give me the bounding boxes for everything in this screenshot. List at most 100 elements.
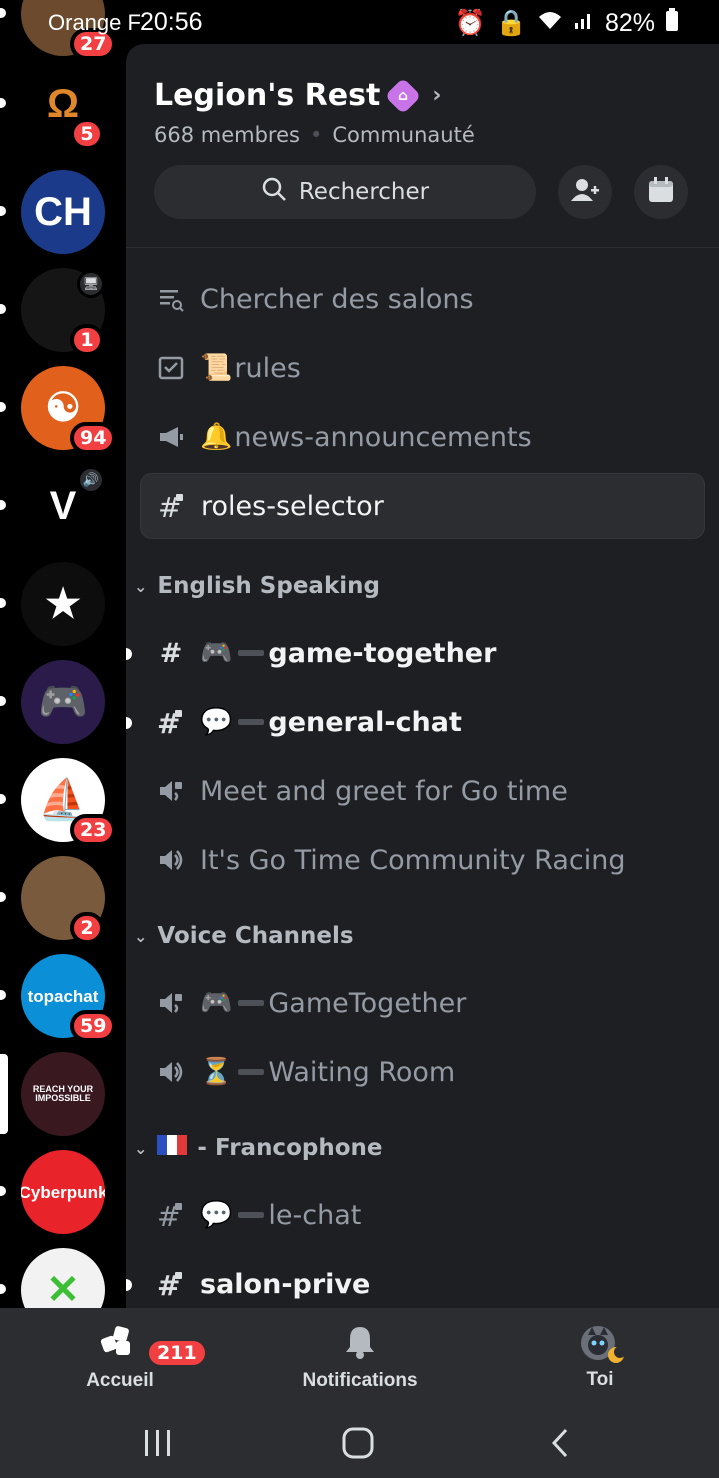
header-divider [126,247,719,248]
search-button[interactable]: Rechercher [154,165,536,219]
channel-label: rules [234,352,301,384]
server-item[interactable]: 2 [0,856,126,944]
carrier-label: Orange F [48,10,141,35]
unread-indicator [126,717,132,729]
rules-checkbox-icon [156,353,186,383]
bottom-nav: Accueil 211 Notifications Toi [0,1308,719,1408]
server-icon: REACH YOUR IMPOSSIBLE [21,1052,105,1136]
tab-home[interactable]: Accueil 211 [20,1308,220,1408]
server-item[interactable]: 🎮 [0,660,126,744]
unread-pill [0,794,6,804]
system-nav-bar [0,1408,719,1478]
voice-channel-gametogether[interactable]: 🎮 GameTogether [140,970,705,1036]
tab-you[interactable]: Toi [500,1308,700,1408]
back-button[interactable] [530,1420,590,1466]
wifi-icon [537,9,563,38]
speaker-icon [156,1057,186,1087]
server-item[interactable]: CH [0,170,126,254]
events-button[interactable] [634,165,688,219]
category-label: Voice Channels [157,923,354,949]
signal-icon [573,9,595,38]
channel-label: news-announcements [234,421,532,453]
server-item[interactable]: Cyberpunk [0,1150,126,1234]
channel-go-time-racing[interactable]: It's Go Time Community Racing [140,827,705,893]
channel-roles-selector[interactable]: # roles-selector [140,473,705,539]
server-glyph: Cyberpunk [21,1182,105,1202]
server-glyph: ★ [45,582,81,626]
category-label: - Francophone [197,1135,383,1161]
channel-news-announcements[interactable]: 🔔 news-announcements [140,404,705,470]
tab-notifications[interactable]: Notifications [260,1308,460,1408]
guild-type: Communauté [332,123,475,147]
locked-hash-icon: # [157,491,187,521]
bell-icon [344,1325,376,1364]
channel-label: game-together [268,637,497,669]
tab-label: Notifications [302,1369,418,1391]
server-glyph: 🎮 [38,680,88,724]
server-item[interactable]: ☯ 94 [0,366,126,454]
unread-pill [0,990,6,1000]
server-item[interactable]: topachat 59 [0,954,126,1042]
unread-indicator [126,648,132,660]
bell-emoji-icon: 🔔 [200,422,233,452]
server-item[interactable]: REACH YOUR IMPOSSIBLE [0,1052,126,1136]
speech-bubble-emoji-icon: 💬 [200,707,233,737]
category-english-speaking[interactable]: ⌄ English Speaking [134,566,380,606]
browse-channels-item[interactable]: Chercher des salons [140,266,705,332]
server-glyph: REACH YOUR IMPOSSIBLE [32,1084,94,1103]
category-francophone[interactable]: ⌄ - Francophone [134,1128,382,1168]
category-voice-channels[interactable]: ⌄ Voice Channels [134,916,354,956]
guild-header[interactable]: Legion's Rest ⌂ › 668 membres • Communau… [126,44,719,147]
channel-label: le-chat [268,1199,362,1231]
server-item[interactable]: ✕ [0,1248,126,1308]
unread-indicator [126,1279,132,1291]
server-item[interactable]: ★ [0,562,126,646]
dash-icon [238,719,265,725]
unread-pill [0,598,6,608]
chevron-down-icon: ⌄ [134,576,148,596]
member-count: 668 membres [154,123,300,147]
unread-pill [0,402,6,412]
channel-salon-prive[interactable]: # salon-prive [126,1251,705,1308]
search-label: Rechercher [298,179,430,205]
channel-rules[interactable]: 📜 rules [140,335,705,401]
channel-panel: Legion's Rest ⌂ › 668 membres • Communau… [126,44,719,1308]
server-item[interactable]: ⛵ 23 [0,758,126,846]
server-glyph: topachat [27,986,99,1006]
channel-general-chat[interactable]: # 💬 general-chat [126,689,705,755]
channel-game-together[interactable]: # 🎮 game-together [126,620,705,686]
mention-badge: 5 [70,118,104,150]
search-icon [261,176,287,208]
chevron-right-icon: › [432,83,442,108]
hash-icon: # [159,637,183,669]
unread-pill [0,696,6,706]
mention-badge: 2 [70,912,104,944]
category-label: English Speaking [157,573,380,599]
channel-meet-and-greet[interactable]: Meet and greet for Go time [140,758,705,824]
clock: 20:56 [140,8,203,36]
recent-apps-button[interactable] [128,1420,188,1466]
server-item[interactable]: Ω5 [0,62,126,150]
chevron-down-icon: ⌄ [134,926,148,946]
channel-label: roles-selector [201,490,384,522]
dash-icon [238,1069,265,1075]
chevron-down-icon: ⌄ [134,1138,148,1158]
channel-le-chat[interactable]: # 💬 le-chat [140,1182,705,1248]
home-system-button[interactable] [328,1420,388,1466]
channel-browser-icon [156,284,186,314]
lock-icon: 🔒 [495,9,527,37]
server-item[interactable]: V 🔊 [0,464,126,548]
locked-speaker-icon [156,988,186,1018]
dash-icon [238,650,265,656]
server-glyph: ☯ [45,386,81,430]
gamepad-emoji-icon: 🎮 [200,988,233,1018]
voice-channel-waiting-room[interactable]: ⏳ Waiting Room [140,1039,705,1105]
server-item[interactable]: 🖥 1 [0,268,126,356]
server-icon: CH [21,170,105,254]
invite-button[interactable] [558,165,612,219]
server-icon: ★ [21,562,105,646]
battery-icon [665,8,679,39]
server-rail: 27 Ω 5 CH 🖥 1 ☯ 94 V 🔊 ★ 🎮 ⛵ 23 2 topachat 59 REACH YOUR … [0,0,126,1308]
tab-label: Accueil [86,1369,154,1391]
server-icon: Cyberpunk [21,1150,105,1234]
